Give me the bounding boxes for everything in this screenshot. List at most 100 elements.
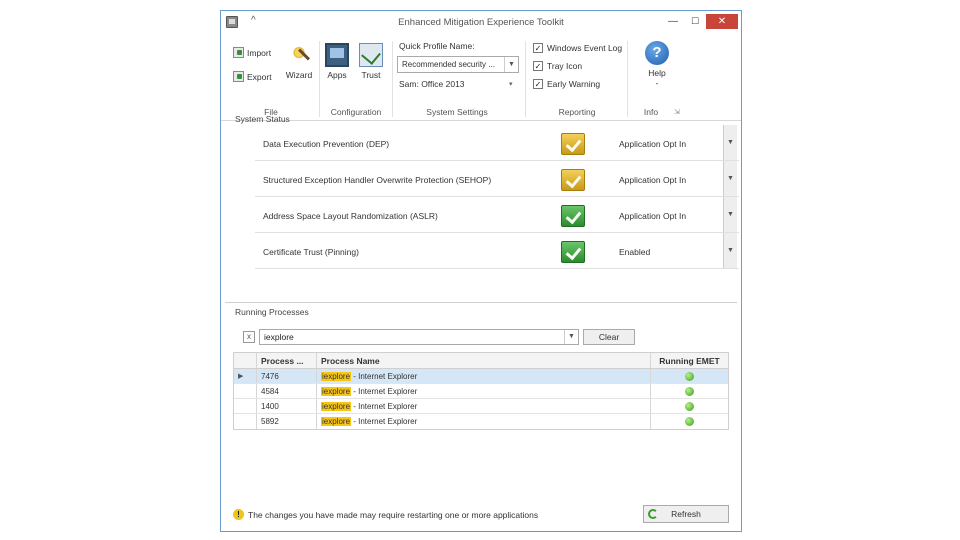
check-icon: ✓ (533, 61, 543, 71)
filter-match: iexplore (321, 402, 352, 411)
running-indicator-icon (685, 372, 694, 381)
running-indicator-icon (685, 417, 694, 426)
dialog-launcher-icon[interactable]: ⇲ (674, 108, 680, 116)
column-header-running-emet[interactable]: Running EMET (650, 353, 728, 368)
emet-status (650, 399, 728, 413)
process-id: 7476 (256, 369, 316, 383)
tray-icon-checkbox[interactable]: ✓ Tray Icon (533, 61, 582, 71)
apps-icon (325, 43, 349, 67)
minimize-button[interactable]: — (661, 14, 685, 29)
filter-match: iexplore (321, 387, 352, 396)
status-value: Application Opt In (619, 211, 687, 221)
tray-icon-label: Tray Icon (547, 61, 583, 71)
group-configuration-label: Configuration (330, 107, 382, 117)
trust-label: Trust (361, 70, 381, 80)
wizard-icon (287, 43, 311, 67)
running-processes-label: Running Processes (235, 307, 309, 317)
import-button[interactable]: Import (233, 47, 271, 58)
chevron-down-icon[interactable]: ▼ (504, 57, 518, 72)
check-icon: ✓ (533, 79, 543, 89)
help-button[interactable]: ? Help - (641, 41, 673, 88)
windows-event-log-label: Windows Event Log (547, 43, 623, 53)
apps-label: Apps (327, 70, 347, 80)
process-filter-input[interactable]: iexplore ▼ (259, 329, 579, 345)
help-dropdown-icon[interactable]: - (641, 78, 673, 88)
row-pointer-icon: ▶ (238, 373, 244, 380)
status-name: Address Space Layout Randomization (ASLR… (263, 211, 438, 221)
table-row[interactable]: 5892 iexplore - Internet Explorer (234, 414, 728, 429)
process-name-rest: - Internet Explorer (351, 387, 418, 396)
clear-filter-icon[interactable]: x (243, 331, 255, 343)
ribbon-separator (319, 41, 320, 117)
status-name: Structured Exception Handler Overwrite P… (263, 175, 492, 185)
chevron-down-icon[interactable]: ▼ (723, 161, 737, 196)
status-row-sehop[interactable]: Structured Exception Handler Overwrite P… (255, 161, 739, 197)
refresh-label: Refresh (671, 509, 701, 519)
subprofile-label: Sam: Office 2013 (399, 79, 465, 89)
filter-value: iexplore (264, 332, 294, 342)
status-row-dep[interactable]: Data Execution Prevention (DEP) Applicat… (255, 125, 739, 161)
trust-button[interactable]: Trust (357, 43, 385, 80)
quick-profile-select[interactable]: Recommended security ... ▼ (397, 56, 519, 73)
status-row-aslr[interactable]: Address Space Layout Randomization (ASLR… (255, 197, 739, 233)
quick-profile-value: Recommended security ... (402, 60, 495, 69)
export-icon (233, 71, 244, 82)
chevron-down-icon[interactable]: ▼ (564, 330, 578, 344)
warning-check-icon (561, 133, 585, 155)
warning-check-icon (561, 169, 585, 191)
export-button[interactable]: Export (233, 71, 272, 82)
ribbon-separator (627, 41, 628, 117)
export-label: Export (247, 71, 272, 82)
table-row[interactable]: 4584 iexplore - Internet Explorer (234, 384, 728, 399)
early-warning-checkbox[interactable]: ✓ Early Warning (533, 79, 600, 89)
check-icon: ✓ (533, 43, 543, 53)
running-indicator-icon (685, 387, 694, 396)
running-indicator-icon (685, 402, 694, 411)
table-row[interactable]: ▶ 7476 iexplore - Internet Explorer (234, 369, 728, 384)
column-header-pid[interactable]: Process ... (256, 353, 316, 368)
trust-icon (359, 43, 383, 67)
table-header: Process ... Process Name ▲ Running EMET (234, 353, 728, 369)
row-pointer-icon (234, 384, 256, 398)
emet-status (650, 414, 728, 429)
close-button[interactable]: ✕ (706, 14, 738, 29)
subprofile-dropdown-icon[interactable]: ▾ (509, 80, 513, 88)
ok-check-icon (561, 241, 585, 263)
process-id: 4584 (256, 384, 316, 398)
running-processes-panel: Running Processes x iexplore ▼ Clear Pro… (225, 307, 737, 527)
status-name: Data Execution Prevention (DEP) (263, 139, 390, 149)
ok-check-icon (561, 205, 585, 227)
import-label: Import (247, 47, 272, 58)
system-status-panel: Data Execution Prevention (DEP) Applicat… (225, 125, 739, 303)
warning-icon: ! (233, 509, 244, 520)
apps-button[interactable]: Apps (323, 43, 351, 80)
filter-match: iexplore (321, 372, 352, 381)
restart-warning: ! The changes you have made may require … (233, 509, 538, 520)
status-value: Application Opt In (619, 139, 687, 149)
windows-event-log-checkbox[interactable]: ✓ Windows Event Log (533, 43, 622, 53)
group-info-label: Info (643, 107, 659, 117)
chevron-down-icon[interactable]: ▼ (723, 125, 737, 160)
process-name: iexplore - Internet Explorer (316, 369, 650, 383)
status-name: Certificate Trust (Pinning) (263, 247, 359, 257)
process-id: 5892 (256, 414, 316, 429)
process-name-rest: - Internet Explorer (351, 417, 418, 426)
clear-button[interactable]: Clear (583, 329, 635, 345)
process-name-rest: - Internet Explorer (351, 372, 418, 381)
system-status-label: System Status (235, 114, 290, 124)
status-row-pinning[interactable]: Certificate Trust (Pinning) Enabled ▼ (255, 233, 739, 269)
process-name: iexplore - Internet Explorer (316, 384, 650, 398)
status-value: Application Opt In (619, 175, 687, 185)
quick-profile-label: Quick Profile Name: (399, 41, 475, 51)
maximize-button[interactable]: ☐ (683, 14, 707, 29)
group-reporting-label: Reporting (558, 107, 596, 117)
chevron-down-icon[interactable]: ▼ (723, 233, 737, 268)
emet-status (650, 369, 728, 383)
wizard-button[interactable]: Wizard (283, 43, 315, 80)
refresh-button[interactable]: Refresh (643, 505, 729, 523)
process-name: iexplore - Internet Explorer (316, 399, 650, 413)
chevron-down-icon[interactable]: ▼ (723, 197, 737, 232)
refresh-icon (648, 509, 658, 519)
column-header-process-name[interactable]: Process Name ▲ (316, 353, 650, 368)
table-row[interactable]: 1400 iexplore - Internet Explorer (234, 399, 728, 414)
